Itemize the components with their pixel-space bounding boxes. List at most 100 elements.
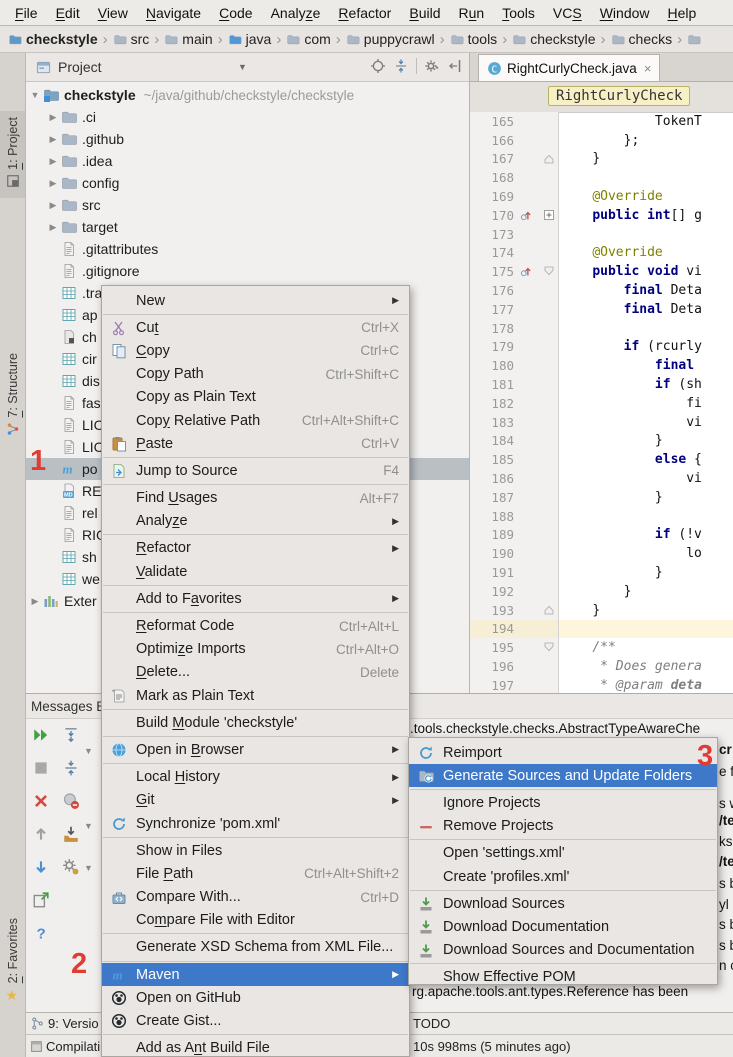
context-menu-item-add-as-ant-build-file[interactable]: Add as Ant Build File bbox=[102, 1037, 409, 1057]
toolwindow-button-favorites[interactable]: 2: Favorites ★ bbox=[0, 918, 25, 1005]
fold-down-icon[interactable] bbox=[544, 642, 554, 652]
context-menu-item-show-in-files[interactable]: Show in Files bbox=[102, 839, 409, 862]
collapse-all-icon[interactable] bbox=[393, 58, 409, 74]
context-menu-item-copy-path[interactable]: Copy PathCtrl+Shift+C bbox=[102, 363, 409, 386]
chevron-down-icon[interactable]: ▼ bbox=[84, 821, 93, 831]
fold-up-icon[interactable] bbox=[544, 154, 554, 164]
breadcrumb-item-java[interactable]: java bbox=[228, 31, 272, 47]
menubar-item-view[interactable]: View bbox=[89, 5, 137, 21]
context-menu-item-file-path[interactable]: File PathCtrl+Alt+Shift+2 bbox=[102, 862, 409, 885]
gear-icon[interactable] bbox=[424, 58, 440, 74]
chevron-down-icon[interactable]: ▼ bbox=[30, 90, 40, 100]
fold-plus-icon[interactable] bbox=[544, 210, 554, 220]
breadcrumb-item-checks[interactable]: checks bbox=[611, 31, 673, 47]
context-menu-item-create-gist[interactable]: Create Gist... bbox=[102, 1009, 409, 1032]
context-menu-item-git[interactable]: Git▶ bbox=[102, 789, 409, 812]
close-icon[interactable] bbox=[32, 792, 50, 810]
tree-item-.idea[interactable]: ▶.idea bbox=[26, 150, 469, 172]
context-menu-item-validate[interactable]: Validate bbox=[102, 560, 409, 583]
menubar-item-window[interactable]: Window bbox=[591, 5, 659, 21]
settings-icon[interactable] bbox=[62, 858, 80, 876]
chevron-right-icon[interactable]: ▶ bbox=[48, 200, 58, 211]
hide-panel-icon[interactable] bbox=[447, 58, 463, 74]
expand-all-icon[interactable] bbox=[62, 726, 80, 744]
context-menu-item-compare-file-with-editor[interactable]: Compare File with Editor bbox=[102, 909, 409, 932]
import-icon[interactable] bbox=[62, 825, 80, 843]
context-menu-item-find-usages[interactable]: Find UsagesAlt+F7 bbox=[102, 487, 409, 510]
tree-item-config[interactable]: ▶config bbox=[26, 172, 469, 194]
context-menu-item-open-in-browser[interactable]: Open in Browser▶ bbox=[102, 738, 409, 761]
toolwindow-button-project[interactable]: 1: Project bbox=[0, 111, 25, 198]
tree-item-.ci[interactable]: ▶.ci bbox=[26, 106, 469, 128]
fold-up-icon[interactable] bbox=[544, 605, 554, 615]
menubar-item-help[interactable]: Help bbox=[659, 5, 706, 21]
tree-item-.gitignore[interactable]: .gitignore bbox=[26, 260, 469, 282]
context-menu-item-local-history[interactable]: Local History▶ bbox=[102, 766, 409, 789]
breadcrumb-item-checkstyle[interactable]: checkstyle bbox=[8, 31, 98, 47]
toolwindow-button-todo[interactable]: TODO bbox=[413, 1016, 450, 1031]
chevron-down-icon[interactable]: ▼ bbox=[84, 746, 93, 756]
context-menu-item-cut[interactable]: CutCtrl+X bbox=[102, 316, 409, 339]
chevron-right-icon[interactable]: ▶ bbox=[48, 134, 58, 145]
up-icon[interactable] bbox=[32, 825, 50, 843]
context-menu-item-maven[interactable]: mMaven▶ bbox=[102, 963, 409, 986]
maven-submenu-item-download-sources[interactable]: Download Sources bbox=[409, 892, 717, 915]
locate-icon[interactable] bbox=[370, 58, 386, 74]
hide-warnings-icon[interactable] bbox=[62, 792, 80, 810]
menubar-item-analyze[interactable]: Analyze bbox=[262, 5, 330, 21]
breadcrumb-item-puppycrawl[interactable]: puppycrawl bbox=[346, 31, 435, 47]
menubar-item-edit[interactable]: Edit bbox=[47, 5, 89, 21]
chevron-right-icon[interactable]: ▶ bbox=[48, 112, 58, 123]
chevron-down-icon[interactable]: ▼ bbox=[238, 62, 247, 72]
fold-down-icon[interactable] bbox=[544, 266, 554, 276]
chevron-down-icon[interactable]: ▼ bbox=[84, 863, 93, 873]
down-icon[interactable] bbox=[32, 858, 50, 876]
menubar-item-vcs[interactable]: VCS bbox=[544, 5, 591, 21]
maven-submenu-item-show-effective-pom[interactable]: Show Effective POM bbox=[409, 966, 717, 985]
breadcrumb-item-checkstyle[interactable]: checkstyle bbox=[512, 31, 595, 47]
context-menu-item-jump-to-source[interactable]: Jump to SourceF4 bbox=[102, 459, 409, 482]
code-area[interactable]: 165 TokenT166 };167 }168169 @Override170… bbox=[470, 112, 733, 693]
toolwindow-button-structure[interactable]: 7: Structure bbox=[0, 353, 25, 440]
menubar-item-file[interactable]: File bbox=[6, 5, 47, 21]
tree-item-checkstyle[interactable]: ▼checkstyle~/java/github/checkstyle/chec… bbox=[26, 84, 469, 106]
context-menu-item-add-to-favorites[interactable]: Add to Favorites▶ bbox=[102, 587, 409, 610]
breadcrumb-item-src[interactable]: src bbox=[113, 31, 150, 47]
close-icon[interactable]: × bbox=[644, 61, 652, 76]
context-menu-item-synchronize-pom-xml[interactable]: Synchronize 'pom.xml' bbox=[102, 812, 409, 835]
context-menu-item-delete[interactable]: Delete...Delete bbox=[102, 661, 409, 684]
chevron-right-icon[interactable]: ▶ bbox=[48, 178, 58, 189]
maven-submenu-item-download-sources-and-documentation[interactable]: Download Sources and Documentation bbox=[409, 939, 717, 962]
context-menu-item-compare-with[interactable]: Compare With...Ctrl+D bbox=[102, 886, 409, 909]
context-menu-item-mark-as-plain-text[interactable]: *Mark as Plain Text bbox=[102, 684, 409, 707]
maven-submenu-item-reimport[interactable]: Reimport bbox=[409, 741, 717, 764]
export-icon[interactable] bbox=[32, 891, 50, 909]
maven-submenu-item-remove-projects[interactable]: Remove Projects bbox=[409, 815, 717, 838]
breadcrumb-item-main[interactable]: main bbox=[164, 31, 212, 47]
chevron-right-icon[interactable]: ▶ bbox=[48, 222, 58, 233]
maven-submenu-item-create-profiles-xml[interactable]: Create 'profiles.xml' bbox=[409, 865, 717, 888]
context-menu-item-build-module-checkstyle[interactable]: Build Module 'checkstyle' bbox=[102, 711, 409, 734]
editor-tab-rightcurlycheck[interactable]: C RightCurlyCheck.java × bbox=[478, 54, 660, 81]
maven-submenu-item-generate-sources-and-update-folders[interactable]: Generate Sources and Update Folders bbox=[409, 764, 717, 787]
context-menu-item-paste[interactable]: PasteCtrl+V bbox=[102, 432, 409, 455]
collapse-all-icon[interactable] bbox=[62, 759, 80, 777]
chevron-right-icon[interactable]: ▶ bbox=[30, 596, 40, 607]
maven-submenu-item-ignore-projects[interactable]: Ignore Projects bbox=[409, 791, 717, 814]
context-menu-item-new[interactable]: New▶ bbox=[102, 289, 409, 312]
menubar-item-build[interactable]: Build bbox=[400, 5, 449, 21]
toolwindow-button-version-control[interactable]: 9: Versio bbox=[48, 1016, 99, 1031]
context-menu-item-generate-xsd-schema-from-xml-file[interactable]: Generate XSD Schema from XML File... bbox=[102, 936, 409, 959]
help-icon[interactable]: ? bbox=[32, 924, 50, 942]
breadcrumb-item-tools[interactable]: tools bbox=[450, 31, 498, 47]
context-menu-item-copy-relative-path[interactable]: Copy Relative PathCtrl+Alt+Shift+C bbox=[102, 409, 409, 432]
menubar-item-run[interactable]: Run bbox=[450, 5, 494, 21]
maven-submenu-item-open-settings-xml[interactable]: Open 'settings.xml' bbox=[409, 842, 717, 865]
context-menu-item-reformat-code[interactable]: Reformat CodeCtrl+Alt+L bbox=[102, 614, 409, 637]
menubar-item-navigate[interactable]: Navigate bbox=[137, 5, 210, 21]
menubar-item-code[interactable]: Code bbox=[210, 5, 261, 21]
maven-submenu-item-download-documentation[interactable]: Download Documentation bbox=[409, 915, 717, 938]
tree-item-.gitattributes[interactable]: .gitattributes bbox=[26, 238, 469, 260]
stop-icon[interactable] bbox=[32, 759, 50, 777]
menubar-item-refactor[interactable]: Refactor bbox=[329, 5, 400, 21]
